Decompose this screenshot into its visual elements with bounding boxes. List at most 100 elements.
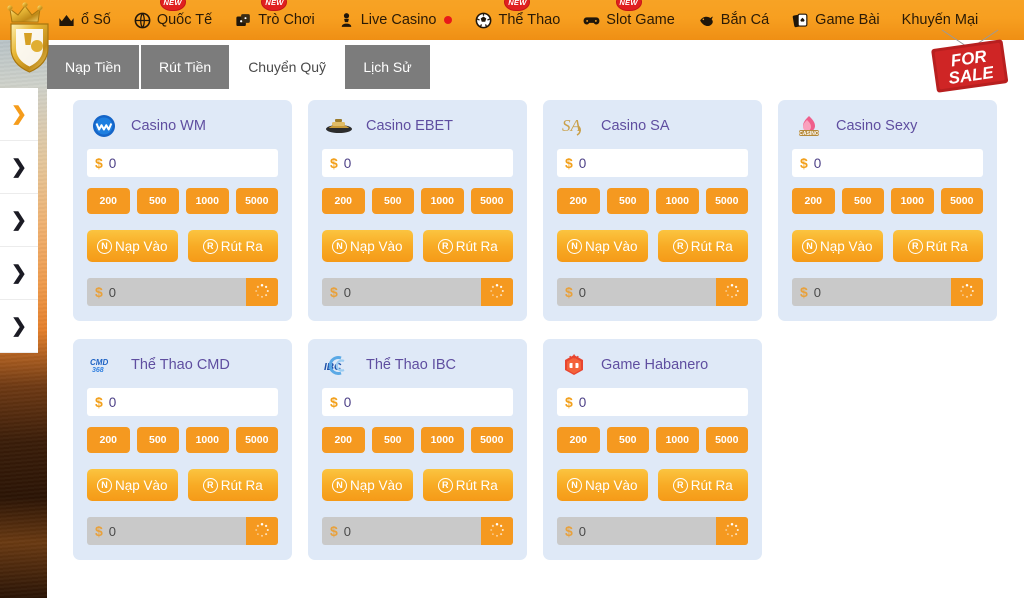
sidebar-arrow-2[interactable]: ❯ xyxy=(0,141,38,194)
refresh-balance-button[interactable] xyxy=(246,278,278,306)
withdraw-button[interactable]: R Rút Ra xyxy=(187,469,278,501)
quick-amount-label: 1000 xyxy=(430,434,454,446)
deposit-circle-icon: N xyxy=(566,477,582,493)
deposit-button[interactable]: N Nạp Vào xyxy=(557,469,648,501)
tab-3[interactable]: Chuyển Quỹ xyxy=(230,45,346,89)
quick-amount-500[interactable]: 500 xyxy=(136,427,179,453)
quick-amount-500[interactable]: 500 xyxy=(606,188,649,214)
ibc-logo-icon: IBC xyxy=(322,353,356,377)
deposit-button[interactable]: N Nạp Vào xyxy=(322,469,413,501)
quick-amount-1000[interactable]: 1000 xyxy=(421,427,464,453)
quick-amount-5000[interactable]: 5000 xyxy=(470,188,513,214)
quick-amount-1000[interactable]: 1000 xyxy=(656,427,699,453)
amount-input[interactable]: $ 0 xyxy=(87,149,278,177)
quick-amount-200[interactable]: 200 xyxy=(87,427,130,453)
card-title: Thể Thao CMD xyxy=(131,357,230,373)
withdraw-label: Rút Ra xyxy=(455,238,498,254)
card-title: Casino SA xyxy=(601,118,670,134)
quick-amount-500[interactable]: 500 xyxy=(371,427,414,453)
quick-amount-1000[interactable]: 1000 xyxy=(186,427,229,453)
quick-amount-label: 500 xyxy=(618,195,637,207)
deposit-button[interactable]: N Nạp Vào xyxy=(87,230,178,262)
quick-amount-1000[interactable]: 1000 xyxy=(891,188,934,214)
nav-item-4[interactable]: Live Casino xyxy=(326,0,464,40)
tab-4[interactable]: Lịch Sử xyxy=(345,45,432,89)
sa-logo-icon: SA xyxy=(557,114,591,138)
amount-input[interactable]: $ 0 xyxy=(87,388,278,416)
withdraw-button[interactable]: R Rút Ra xyxy=(657,469,748,501)
nav-item-7[interactable]: Bắn Cá xyxy=(686,0,780,40)
quick-amount-label: 200 xyxy=(99,434,118,446)
deposit-button[interactable]: N Nạp Vào xyxy=(792,230,883,262)
currency-symbol-icon: $ xyxy=(565,394,573,410)
balance-display: $ 0 xyxy=(322,517,481,545)
sidebar-arrow-4[interactable]: ❯ xyxy=(0,247,38,300)
withdraw-button[interactable]: R Rút Ra xyxy=(422,230,513,262)
refresh-balance-button[interactable] xyxy=(246,517,278,545)
quick-amount-200[interactable]: 200 xyxy=(557,188,600,214)
quick-amount-500[interactable]: 500 xyxy=(136,188,179,214)
refresh-balance-button[interactable] xyxy=(481,517,513,545)
deposit-button[interactable]: N Nạp Vào xyxy=(557,230,648,262)
sidebar-arrow-5[interactable]: ❯ xyxy=(0,300,38,353)
quick-amount-1000[interactable]: 1000 xyxy=(421,188,464,214)
withdraw-button[interactable]: R Rút Ra xyxy=(187,230,278,262)
nav-item-label: Bắn Cá xyxy=(720,11,770,28)
withdraw-button[interactable]: R Rút Ra xyxy=(657,230,748,262)
quick-amount-500[interactable]: 500 xyxy=(606,427,649,453)
nav-item-6[interactable]: NEW Slot Game xyxy=(571,0,686,40)
quick-amount-5000[interactable]: 5000 xyxy=(705,188,748,214)
wallet-card-grid: Casino WM $ 0 200 500 1000 5000 N Nạp Vào R… xyxy=(73,100,1004,560)
amount-input[interactable]: $ 0 xyxy=(322,149,513,177)
sidebar-arrow-1[interactable]: ❯ xyxy=(0,88,38,141)
quick-amount-1000[interactable]: 1000 xyxy=(656,188,699,214)
quick-amount-200[interactable]: 200 xyxy=(322,427,365,453)
quick-amount-row: 200 500 1000 5000 xyxy=(87,188,278,214)
amount-input[interactable]: $ 0 xyxy=(322,388,513,416)
withdraw-button[interactable]: R Rút Ra xyxy=(892,230,983,262)
wallet-card: CMD 368 Thể Thao CMD $ 0 200 500 1000 5000 N… xyxy=(73,339,292,560)
amount-input[interactable]: $ 0 xyxy=(557,388,748,416)
top-navigation-bar: ổ Số NEW Quốc Tế NEW Trò Chơi Live Casino NEW T… xyxy=(0,0,1024,40)
chevron-right-icon: ❯ xyxy=(11,262,27,284)
withdraw-button[interactable]: R Rút Ra xyxy=(422,469,513,501)
quick-amount-5000[interactable]: 5000 xyxy=(235,427,278,453)
deposit-button[interactable]: N Nạp Vào xyxy=(322,230,413,262)
nav-item-5[interactable]: NEW Thể Thao xyxy=(463,0,571,40)
quick-amount-200[interactable]: 200 xyxy=(792,188,835,214)
quick-amount-200[interactable]: 200 xyxy=(322,188,365,214)
currency-symbol-icon: $ xyxy=(330,155,338,171)
tab-2[interactable]: Rút Tiền xyxy=(140,45,231,89)
refresh-balance-button[interactable] xyxy=(716,278,748,306)
refresh-balance-button[interactable] xyxy=(951,278,983,306)
svg-text:CMD: CMD xyxy=(90,358,108,367)
refresh-balance-button[interactable] xyxy=(481,278,513,306)
nav-item-2[interactable]: NEW Quốc Tế xyxy=(122,0,223,40)
quick-amount-5000[interactable]: 5000 xyxy=(235,188,278,214)
fish-icon xyxy=(697,11,716,30)
refresh-balance-button[interactable] xyxy=(716,517,748,545)
for-sale-sign[interactable]: FOR SALE xyxy=(922,24,1018,96)
quick-amount-500[interactable]: 500 xyxy=(371,188,414,214)
quick-amount-5000[interactable]: 5000 xyxy=(705,427,748,453)
quick-amount-500[interactable]: 500 xyxy=(841,188,884,214)
deposit-label: Nạp Vào xyxy=(584,238,638,254)
quick-amount-label: 1000 xyxy=(195,195,219,207)
quick-amount-1000[interactable]: 1000 xyxy=(186,188,229,214)
nav-item-8[interactable]: Game Bài xyxy=(780,0,890,40)
withdraw-circle-icon: R xyxy=(672,238,688,254)
quick-amount-200[interactable]: 200 xyxy=(87,188,130,214)
quick-amount-5000[interactable]: 5000 xyxy=(470,427,513,453)
quick-amount-200[interactable]: 200 xyxy=(557,427,600,453)
nav-item-1[interactable]: ổ Số xyxy=(46,0,122,40)
quick-amount-label: 200 xyxy=(334,195,353,207)
crown-shield-logo[interactable] xyxy=(4,2,56,76)
sidebar-arrow-3[interactable]: ❯ xyxy=(0,194,38,247)
nav-item-3[interactable]: NEW Trò Chơi xyxy=(223,0,326,40)
amount-input[interactable]: $ 0 xyxy=(792,149,983,177)
amount-input[interactable]: $ 0 xyxy=(557,149,748,177)
deposit-button[interactable]: N Nạp Vào xyxy=(87,469,178,501)
quick-amount-5000[interactable]: 5000 xyxy=(940,188,983,214)
tab-1[interactable]: Nạp Tiền xyxy=(47,45,141,89)
refresh-spinner-icon xyxy=(254,522,270,541)
